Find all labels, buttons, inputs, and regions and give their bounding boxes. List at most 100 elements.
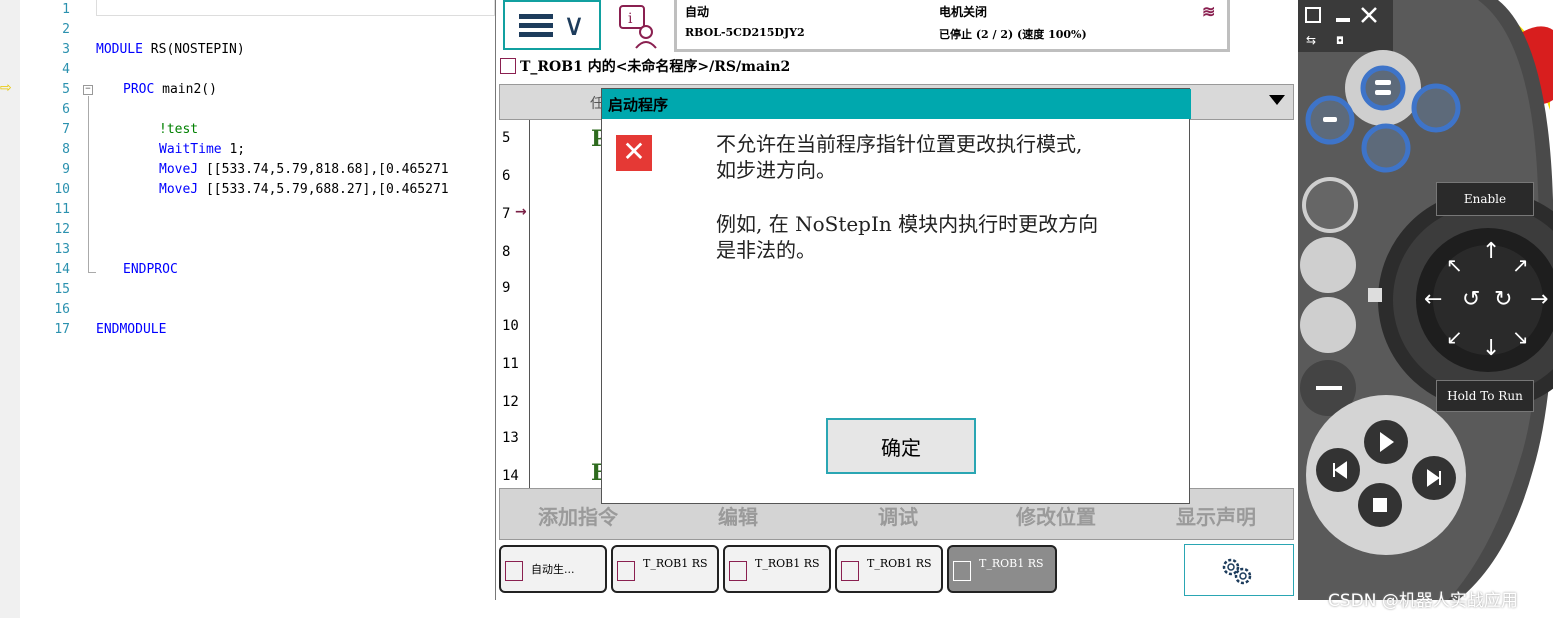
code-keyword: WaitTime: [159, 142, 222, 157]
code-line[interactable]: 4: [0, 60, 495, 80]
fold-guide: [88, 96, 89, 272]
code-line[interactable]: 10 MoveJ [[533.74,5.79,688.27],[0.465271: [0, 180, 495, 200]
code-text: PROC main2(): [123, 80, 217, 100]
code-line[interactable]: 17 ENDMODULE: [0, 320, 495, 340]
dialog-message-line2: 如步进方向。: [716, 158, 836, 182]
dropdown-arrow-icon[interactable]: [1269, 95, 1285, 105]
taskbar-item-rob1-1[interactable]: T_ROB1 RS: [611, 545, 719, 593]
program-line-number: 5: [502, 130, 511, 146]
code-line[interactable]: 16: [0, 300, 495, 320]
main-menu-button[interactable]: ∨: [503, 0, 601, 50]
code-editor[interactable]: 1 2 3 MODULE RS(NOSTEPIN) 4 5 PROC main2() −6 7!…: [0, 0, 495, 618]
program-pointer-icon: →: [515, 204, 527, 220]
program-line-number: 11: [502, 356, 519, 372]
dialog-message-line4: 是非法的。: [716, 238, 816, 262]
code-line[interactable]: 8 WaitTime 1;: [0, 140, 495, 160]
controller-name: RBOL-5CD215DJY2: [685, 26, 805, 39]
modify-position-button[interactable]: 修改位置: [1016, 501, 1096, 530]
fold-toggle-icon[interactable]: −: [83, 85, 93, 95]
line-number: 7: [62, 122, 70, 137]
dialog-message-line3: 例如, 在 NoStepIn 模块内执行时更改方向: [716, 212, 1099, 236]
execution-pointer-icon: ⇨: [0, 80, 12, 96]
code-line[interactable]: 11: [0, 200, 495, 220]
code-line[interactable]: 1: [0, 0, 495, 20]
chevron-down-icon: ∨: [563, 8, 585, 43]
show-declarations-button[interactable]: 显示声明: [1176, 501, 1256, 530]
watermark: CSDN @机器人实战应用: [1328, 591, 1518, 611]
svg-text:◘: ◘: [1336, 36, 1344, 47]
program-line-number: 12: [502, 394, 519, 410]
program-editor-icon: [500, 58, 516, 74]
program-editor-icon: [617, 561, 635, 581]
line-number: 4: [62, 62, 70, 77]
code-line[interactable]: 15: [0, 280, 495, 300]
taskbar-item-auto[interactable]: 自动生...: [499, 545, 607, 593]
code-line[interactable]: 5 PROC main2() −: [0, 80, 495, 100]
joystick-body: ⇆ ◘ ↑ ↓ ← → ↖ ↗ ↙ ↘ ↺ ↻: [1298, 0, 1553, 600]
line-number: 1: [62, 2, 70, 17]
code-line[interactable]: 13: [0, 240, 495, 260]
program-line-number: 7: [502, 206, 511, 222]
code-keyword: MODULE: [96, 42, 143, 57]
line-number: 2: [62, 22, 70, 37]
edit-button[interactable]: 编辑: [718, 501, 758, 530]
code-text: MoveJ [[533.74,5.79,688.27],[0.465271: [159, 180, 449, 200]
virtual-joystick-panel: ⇆ ◘ ↑ ↓ ← → ↖ ↗ ↙ ↘ ↺ ↻ Enable Hold To R…: [1298, 0, 1553, 600]
taskbar-item-rob1-2[interactable]: T_ROB1 RS: [723, 545, 831, 593]
gears-icon: [1222, 558, 1252, 585]
error-dialog: 启动程序 ✕ 不允许在当前程序指针位置更改执行模式, 如步进方向。 例如, 在 …: [601, 88, 1191, 504]
speed-icon: ≋: [1202, 2, 1216, 21]
code-line[interactable]: 3 MODULE RS(NOSTEPIN): [0, 40, 495, 60]
breadcrumb-text: T_ROB1 内的<未命名程序>/RS/main2: [520, 59, 791, 75]
hold-to-run-button[interactable]: Hold To Run: [1436, 380, 1534, 412]
code-line[interactable]: 14 ENDPROC: [0, 260, 495, 280]
operating-mode: 自动: [685, 5, 710, 19]
svg-text:→: →: [1530, 287, 1548, 312]
code-line[interactable]: 7 !test: [0, 120, 495, 140]
program-line-number: 9: [502, 280, 511, 296]
debug-button[interactable]: 调试: [878, 501, 918, 530]
code-body: 1;: [221, 142, 246, 157]
quickset-button[interactable]: [1184, 544, 1294, 596]
svg-text:←: ←: [1424, 287, 1442, 312]
code-text: MoveJ [[533.74,5.79,818.68],[0.465271: [159, 160, 449, 180]
event-log-icon[interactable]: i: [616, 2, 666, 50]
program-line-number: 8: [502, 244, 511, 260]
program-editor-icon: [841, 561, 859, 581]
line-number: 10: [54, 182, 70, 197]
code-line[interactable]: 2: [0, 20, 495, 40]
line-number: 17: [54, 322, 70, 337]
code-line[interactable]: 9 MoveJ [[533.74,5.79,818.68],[0.465271: [0, 160, 495, 180]
code-keyword: MoveJ: [159, 162, 199, 177]
code-keyword: ENDMODULE: [96, 322, 167, 337]
line-number: 16: [54, 302, 70, 317]
enable-button[interactable]: Enable: [1436, 182, 1534, 216]
add-instruction-button[interactable]: 添加指令: [538, 501, 618, 530]
code-keyword: PROC: [123, 82, 155, 97]
code-text: ENDMODULE: [96, 320, 166, 340]
taskbar-item-rob1-3[interactable]: T_ROB1 RS: [835, 545, 943, 593]
line-number: 8: [62, 142, 70, 157]
code-text: MODULE RS(NOSTEPIN): [96, 40, 245, 60]
dialog-message-line1: 不允许在当前程序指针位置更改执行模式,: [716, 132, 1083, 156]
status-bar[interactable]: 自动 RBOL-5CD215DJY2 电机关闭 已停止 (2 / 2) (速度 …: [674, 0, 1230, 52]
svg-text:↗: ↗: [1512, 253, 1529, 277]
code-text: WaitTime 1;: [159, 140, 245, 160]
code-text: ENDPROC: [123, 260, 178, 280]
svg-text:↺: ↺: [1462, 287, 1480, 312]
svg-text:↻: ↻: [1494, 287, 1512, 312]
program-editor-icon: [953, 561, 971, 581]
auto-produce-icon: [505, 561, 523, 581]
code-body: main2(): [154, 82, 217, 97]
code-line[interactable]: 6: [0, 100, 495, 120]
code-line[interactable]: 12: [0, 220, 495, 240]
motor-state: 电机关闭: [939, 5, 988, 19]
program-line-number: 13: [502, 430, 519, 446]
taskbar-item-rob1-active[interactable]: T_ROB1 RS: [947, 545, 1057, 593]
line-number: 9: [62, 162, 70, 177]
line-number: 14: [54, 262, 70, 277]
ok-button[interactable]: 确定: [826, 418, 976, 474]
svg-text:i: i: [628, 11, 633, 27]
program-line-number: 14: [502, 468, 519, 484]
error-icon: ✕: [616, 135, 652, 171]
